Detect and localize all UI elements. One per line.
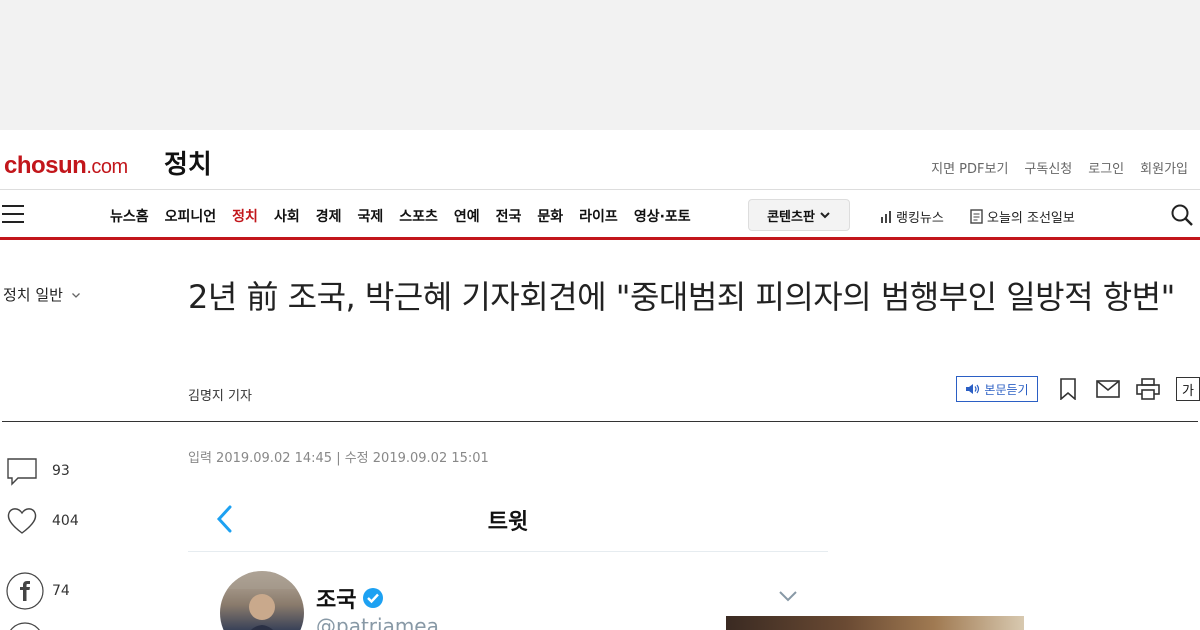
ad-banner-area (0, 0, 1200, 130)
share-icon (10, 622, 40, 630)
nav-item-video-photo[interactable]: 영상·포토 (634, 206, 691, 226)
today-paper-label: 오늘의 조선일보 (987, 211, 1075, 226)
verified-badge-icon (363, 588, 384, 608)
nav-item-economy[interactable]: 경제 (316, 206, 342, 226)
tweet-author-name: 조국 (316, 582, 384, 614)
listen-button[interactable]: 본문듣기 (956, 376, 1038, 402)
tweet-screenshot-image: 트윗 조국 @patriamea (188, 490, 828, 630)
content-menu-label: 콘텐츠판 (767, 209, 815, 225)
article-dateline: 입력 2019.09.02 14:45 | 수정 2019.09.02 15:0… (188, 451, 489, 466)
comment-icon (7, 458, 37, 486)
sidebar-photo[interactable] (726, 616, 1024, 630)
chosun-logo[interactable]: chosun.com (4, 152, 128, 180)
nav-item-opinion[interactable]: 오피니언 (165, 206, 217, 226)
facebook-share-button[interactable]: 74 (6, 572, 70, 610)
subscribe-link[interactable]: 구독신청 (1024, 158, 1072, 177)
logo-text: chosun (4, 152, 87, 179)
site-header: chosun.com 정치 지면 PDF보기 구독신청 로그인 회원가입 (0, 130, 1200, 190)
ranking-news-label: 랭킹뉴스 (896, 211, 944, 226)
tweet-header-title: 트윗 (487, 510, 529, 535)
email-icon[interactable] (1096, 377, 1120, 401)
nav-item-sports[interactable]: 스포츠 (399, 206, 438, 226)
content-menu-button[interactable]: 콘텐츠판 (748, 199, 850, 231)
header-divider (2, 421, 1198, 422)
nav-item-international[interactable]: 국제 (357, 206, 383, 226)
logo-suffix: .com (86, 156, 128, 178)
utility-links: 지면 PDF보기 구독신청 로그인 회원가입 (931, 158, 1188, 177)
search-icon[interactable] (1170, 203, 1194, 227)
comment-count-button[interactable]: 93 (6, 456, 70, 486)
share-button[interactable] (6, 622, 44, 630)
today-paper-link[interactable]: 오늘의 조선일보 (970, 207, 1075, 226)
font-size-button[interactable]: 가 (1176, 377, 1200, 401)
ranking-news-link[interactable]: 랭킹뉴스 (880, 207, 944, 226)
menu-icon[interactable] (2, 205, 24, 223)
newspaper-icon (970, 209, 983, 224)
nav-item-news-home[interactable]: 뉴스홈 (110, 206, 149, 226)
nav-item-national[interactable]: 전국 (496, 206, 522, 226)
main-nav: 뉴스홈 오피니언 정치 사회 경제 국제 스포츠 연예 전국 문화 라이프 영상… (0, 190, 1200, 240)
category-label: 정치 일반 (3, 286, 63, 304)
nav-item-culture[interactable]: 문화 (537, 206, 563, 226)
chevron-down-icon (72, 292, 80, 298)
nav-item-society[interactable]: 사회 (274, 206, 300, 226)
category-dropdown[interactable]: 정치 일반 (3, 284, 81, 305)
nav-menu: 뉴스홈 오피니언 정치 사회 경제 국제 스포츠 연예 전국 문화 라이프 영상… (110, 206, 707, 226)
chevron-down-icon (820, 212, 830, 219)
section-title: 정치 (164, 150, 212, 180)
article-headline: 2년 前 조국, 박근혜 기자회견에 "중대범죄 피의자의 범행부인 일방적 항… (188, 278, 1175, 316)
print-icon[interactable] (1136, 377, 1160, 401)
speaker-icon (966, 384, 980, 394)
like-button[interactable]: 404 (6, 506, 79, 536)
pdf-view-link[interactable]: 지면 PDF보기 (931, 158, 1008, 177)
nav-item-life[interactable]: 라이프 (579, 206, 618, 226)
avatar (220, 571, 304, 630)
listen-label: 본문듣기 (984, 382, 1029, 397)
tweet-author-label: 조국 (316, 588, 357, 613)
nav-item-entertainment[interactable]: 연예 (454, 206, 480, 226)
comment-count: 93 (52, 463, 70, 479)
chevron-down-icon (779, 591, 797, 602)
article-byline: 김명지 기자 (188, 389, 252, 404)
tweet-divider (188, 551, 828, 552)
like-count: 404 (52, 513, 79, 529)
login-link[interactable]: 로그인 (1088, 158, 1124, 177)
tweet-handle: @patriamea (316, 614, 439, 630)
heart-icon (7, 508, 37, 534)
signup-link[interactable]: 회원가입 (1140, 158, 1188, 177)
bookmark-icon[interactable] (1056, 377, 1080, 401)
facebook-count: 74 (52, 583, 70, 599)
article-tools: 본문듣기 가 (956, 376, 1200, 402)
nav-item-politics[interactable]: 정치 (232, 206, 258, 226)
bar-chart-icon (881, 210, 891, 223)
facebook-icon (6, 572, 44, 610)
